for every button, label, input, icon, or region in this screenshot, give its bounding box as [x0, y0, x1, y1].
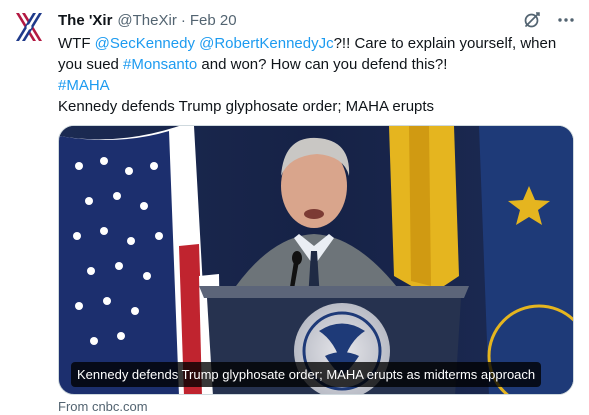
tweet-text-segment: you sued	[58, 56, 124, 73]
hashtag-link[interactable]: #MAHA	[58, 77, 110, 94]
more-options-button[interactable]	[555, 9, 577, 31]
press-conference-photo	[59, 126, 573, 394]
hashtag-link[interactable]: #Monsanto	[123, 56, 197, 73]
mention-link[interactable]: @RobertKennedyJc	[199, 35, 333, 52]
display-name[interactable]: The 'Xir	[58, 12, 112, 29]
more-options-icon	[558, 18, 574, 22]
tweet-header: The 'Xir @TheXir · Feb 20	[58, 10, 237, 30]
tweet-text: WTF @SecKennedy @RobertKennedyJc?!! Care…	[58, 33, 573, 117]
grok-icon	[524, 12, 540, 28]
tweet-text-segment: ?!! Care to explain yourself, when	[333, 35, 557, 52]
mention-link[interactable]: @SecKennedy	[95, 35, 195, 52]
tweet-text-line: #MAHA	[58, 75, 573, 96]
link-card-caption[interactable]: Kennedy defends Trump glyphosate order; …	[71, 362, 542, 387]
link-source[interactable]: From cnbc.com	[58, 399, 148, 414]
tweet-text-segment: and won? How can you defend this?!	[197, 56, 448, 73]
avatar-logo-icon	[9, 7, 49, 47]
separator-dot: ·	[180, 11, 186, 29]
tweet-text-segment: Kennedy defends Trump glyphosate order; …	[58, 98, 435, 115]
avatar[interactable]	[9, 7, 49, 47]
link-card-image[interactable]: Kennedy defends Trump glyphosate order; …	[58, 125, 574, 395]
grok-button[interactable]	[521, 9, 543, 31]
tweet-text-segment: WTF	[58, 35, 95, 52]
user-handle[interactable]: @TheXir	[117, 12, 176, 29]
timestamp[interactable]: Feb 20	[190, 12, 237, 29]
tweet-text-line: you sued #Monsanto and won? How can you …	[58, 54, 573, 75]
tweet[interactable]: The 'Xir @TheXir · Feb 20 WTF @SecKenned…	[0, 0, 589, 415]
tweet-actions	[509, 9, 577, 31]
tweet-text-line: Kennedy defends Trump glyphosate order; …	[58, 96, 573, 117]
tweet-text-line: WTF @SecKennedy @RobertKennedyJc?!! Care…	[58, 33, 573, 54]
